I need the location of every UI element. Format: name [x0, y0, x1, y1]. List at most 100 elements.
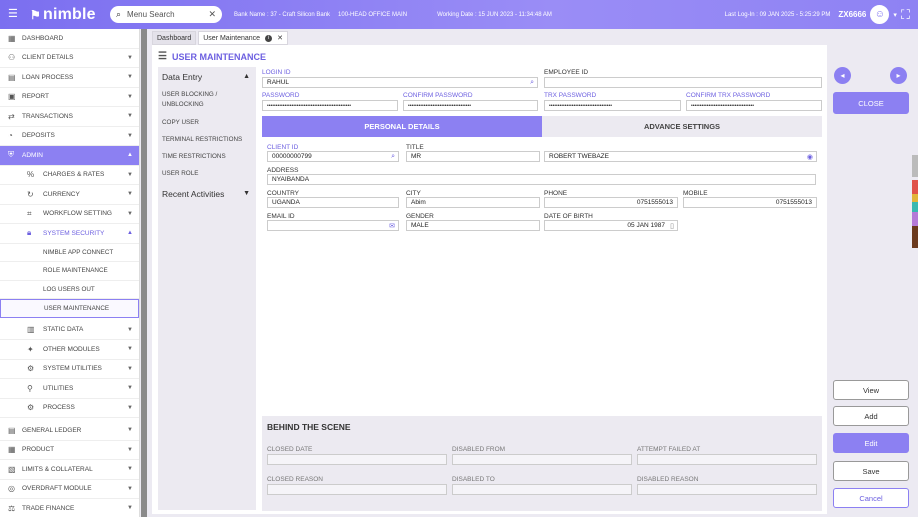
logo: ⚑ nimble	[30, 5, 96, 23]
sidebar-item-dashboard[interactable]: ▦ DASHBOARD	[0, 29, 139, 49]
tab-dashboard[interactable]: Dashboard	[152, 31, 197, 45]
sidebar-item-deposits[interactable]: ◔ DEPOSITS ▼	[0, 127, 139, 146]
employee-id-input[interactable]	[544, 77, 822, 88]
chevron-down-icon: ▼	[127, 385, 133, 392]
chevron-up-icon: ▲	[243, 73, 250, 80]
close-button[interactable]: CLOSE	[833, 92, 909, 114]
chevron-down-icon[interactable]: ▾	[893, 11, 897, 19]
chevron-down-icon: ▼	[127, 346, 133, 353]
city-select[interactable]: Abim	[406, 197, 540, 208]
close-icon[interactable]: ✕	[277, 34, 283, 42]
sidebar-scrollbar[interactable]	[141, 29, 147, 517]
trx-password-input[interactable]: ••••••••••••••••••••••••••••••••••••	[544, 100, 681, 111]
sidebar-item-loan-process[interactable]: ▤ LOAN PROCESS ▼	[0, 68, 139, 88]
edge-stripe	[912, 194, 918, 202]
dob-input[interactable]: 05 JAN 1987 ▯	[544, 220, 678, 231]
tab-user-maintenance[interactable]: User Maintenance i ✕	[198, 31, 288, 45]
chevron-down-icon: ▼	[127, 505, 133, 512]
nav-terminal-restrictions[interactable]: TERMINAL RESTRICTIONS	[158, 131, 256, 148]
eye-icon[interactable]: ◉	[807, 153, 813, 161]
city-label: CITY	[406, 190, 421, 197]
closed-date-label: CLOSED DATE	[267, 446, 313, 453]
view-button[interactable]: View	[833, 380, 909, 400]
sidebar-item-client-details[interactable]: ⚇ CLIENT DETAILS ▼	[0, 49, 139, 68]
sidebar-item-admin[interactable]: ⛨ ADMIN ▲	[0, 146, 139, 166]
clear-icon[interactable]: ✕	[208, 9, 216, 20]
add-button[interactable]: Add	[833, 406, 909, 426]
menu-icon[interactable]: ☰	[8, 9, 20, 20]
country-select[interactable]: UGANDA	[267, 197, 399, 208]
data-entry-header[interactable]: Data Entry ▲	[158, 67, 256, 86]
nav-copy-user[interactable]: COPY USER	[158, 114, 256, 131]
save-button[interactable]: Save	[833, 461, 909, 481]
last-login: Last Log-In : 09 JAN 2025 - 5:25:29 PM	[724, 11, 831, 18]
chevron-down-icon: ▼	[127, 132, 133, 139]
sidebar-sub-static-data[interactable]: ▥ STATIC DATA ▼	[0, 321, 139, 340]
sidebar-sub-other-modules[interactable]: ✦ OTHER MODULES ▼	[0, 340, 139, 360]
sidebar-leaf-nimble-app-connect[interactable]: NIMBLE APP CONNECT	[0, 244, 139, 262]
nav-time-restrictions[interactable]: TIME RESTRICTIONS	[158, 148, 256, 165]
sidebar-leaf-user-maintenance[interactable]: USER MAINTENANCE	[0, 299, 139, 318]
sidebar-sub-system-security[interactable]: 🔒︎ SYSTEM SECURITY ▲	[0, 224, 139, 244]
nav-user-blocking[interactable]: USER BLOCKING / UNBLOCKING	[158, 86, 256, 114]
sidebar-sub-system-utilities[interactable]: ⚙ SYSTEM UTILITIES ▼	[0, 360, 139, 379]
phone-input[interactable]: 0751555013	[544, 197, 678, 208]
sidebar-item-overdraft-module[interactable]: ◎ OVERDRAFT MODULE ▼	[0, 480, 139, 499]
full-name-input[interactable]: ROBERT TWEBAZE ◉	[544, 151, 817, 162]
calendar-icon[interactable]: ▯	[670, 222, 674, 230]
sidebar-item-transactions[interactable]: ⇄ TRANSACTIONS ▼	[0, 107, 139, 127]
email-input[interactable]: ✉	[267, 220, 399, 231]
sidebar-item-trade-finance[interactable]: ⚖ TRADE FINANCE ▼	[0, 499, 139, 517]
info-icon[interactable]: i	[265, 34, 273, 42]
employee-id-label: EMPLOYEE ID	[544, 69, 589, 76]
sidebar-item-report[interactable]: ▣ REPORT ▼	[0, 88, 139, 107]
confirm-password-input[interactable]: ••••••••••••••••••••••••••••••••••••	[403, 100, 538, 111]
tab-personal-details[interactable]: PERSONAL DETAILS	[262, 116, 542, 137]
client-id-input[interactable]: 00000000799 ⌕	[267, 151, 399, 162]
fullscreen-icon[interactable]: ⛶	[901, 7, 910, 23]
chevron-up-icon: ▲	[127, 152, 133, 159]
sidebar-sub-charges-rates[interactable]: % CHARGES & RATES ▼	[0, 166, 139, 185]
sidebar-sub-currency[interactable]: ↻ CURRENCY ▼	[0, 185, 139, 205]
search-placeholder: Menu Search	[127, 10, 175, 19]
edit-button[interactable]: Edit	[833, 433, 909, 453]
sidebar-sub-utilities[interactable]: ⚲ UTILITIES ▼	[0, 379, 139, 399]
search-icon[interactable]: ⌕	[530, 79, 534, 87]
chevron-down-icon: ▼	[127, 326, 133, 333]
behind-the-scene-panel: BEHIND THE SCENE CLOSED DATE DISABLED FR…	[262, 416, 822, 511]
sidebar-leaf-role-maintenance[interactable]: ROLE MAINTENANCE	[0, 262, 139, 281]
sidebar-sub-workflow-setting[interactable]: ⌗ WORKFLOW SETTING ▼	[0, 205, 139, 224]
chevron-down-icon: ▼	[127, 365, 133, 372]
cancel-button[interactable]: Cancel	[833, 488, 909, 508]
login-id-label: LOGIN ID	[262, 69, 291, 76]
data-entry-panel: Data Entry ▲ USER BLOCKING / UNBLOCKING C…	[158, 67, 256, 510]
search-icon[interactable]: ⌕	[391, 153, 395, 161]
login-id-input[interactable]: RAHUL ⌕	[262, 77, 538, 88]
email-label: EMAIL ID	[267, 213, 295, 220]
address-input[interactable]: NYAIBANDA	[267, 174, 816, 185]
password-label: PASSWORD	[262, 92, 300, 99]
bank-name: Bank Name : 37 - Craft Silicon Bank	[234, 11, 331, 18]
previous-button[interactable]: ◂	[834, 67, 851, 84]
next-button[interactable]: ▸	[890, 67, 907, 84]
gender-select[interactable]: MALE	[406, 220, 540, 231]
closed-reason-label: CLOSED REASON	[267, 476, 323, 483]
confirm-trx-password-label: CONFIRM TRX PASSWORD	[686, 92, 771, 99]
sidebar-leaf-log-users-out[interactable]: LOG USERS OUT	[0, 281, 139, 299]
avatar[interactable]: ☺	[870, 5, 890, 24]
title-select[interactable]: MR	[406, 151, 540, 162]
menu-search-input[interactable]: ⌕ Menu Search ✕	[110, 6, 222, 23]
tab-advance-settings[interactable]: ADVANCE SETTINGS	[542, 116, 822, 137]
sidebar-item-limits-collateral[interactable]: ▧ LIMITS & COLLATERAL ▼	[0, 460, 139, 480]
nav-user-role[interactable]: USER ROLE	[158, 165, 256, 182]
sidebar-sub-process[interactable]: ⚙ PROCESS ▼	[0, 399, 139, 418]
password-input[interactable]: ••••••••••••••••••••••••••••••••••••••••…	[262, 100, 398, 111]
attempt-failed-input	[637, 454, 817, 465]
recent-activities-header[interactable]: Recent Activities ▼	[158, 184, 256, 203]
confirm-trx-password-input[interactable]: ••••••••••••••••••••••••••••••••••••	[686, 100, 822, 111]
mobile-input[interactable]: 0751555013	[683, 197, 817, 208]
product-icon: ▦	[8, 445, 16, 455]
limits-icon: ▧	[8, 464, 16, 474]
sidebar-item-product[interactable]: ▦ PRODUCT ▼	[0, 441, 139, 460]
sidebar-item-general-ledger[interactable]: ▤ GENERAL LEDGER ▼	[0, 421, 139, 441]
